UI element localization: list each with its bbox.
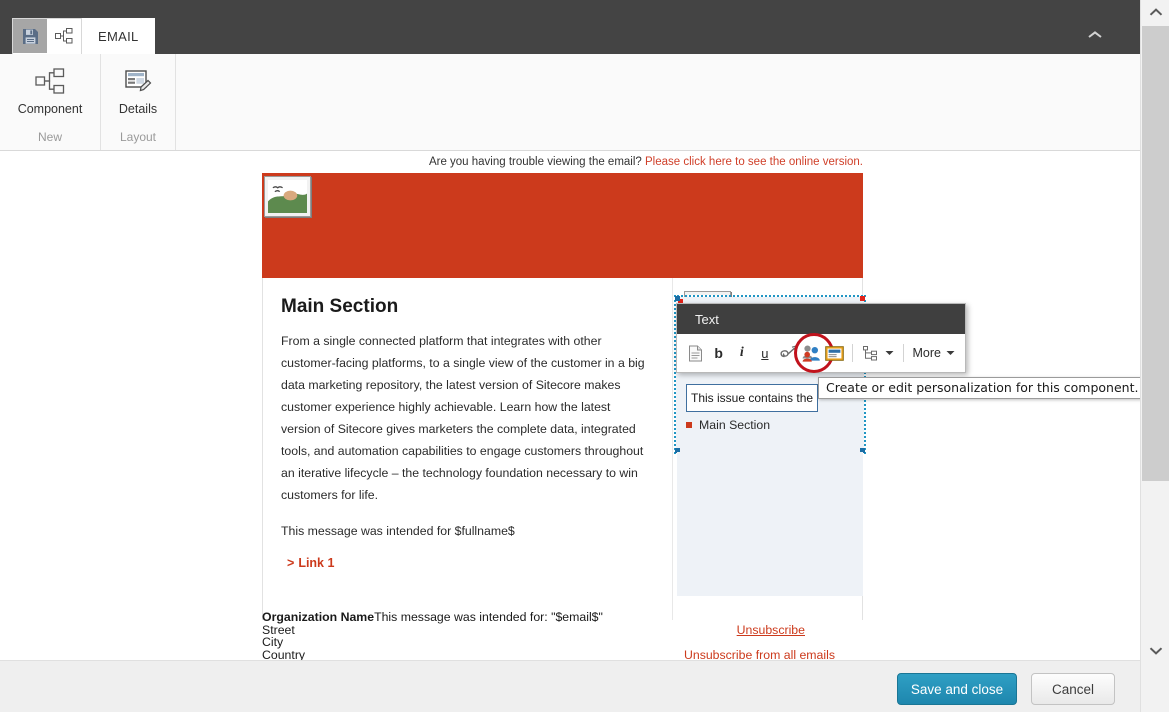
personalization-button[interactable] <box>793 333 834 373</box>
details-button[interactable] <box>124 66 152 96</box>
image-placeholder-graphic <box>268 180 307 213</box>
chevron-down-icon <box>885 351 894 355</box>
tree-dropdown-caret[interactable] <box>883 339 896 367</box>
footer-row-org: Organization NameThis message was intend… <box>262 611 863 624</box>
email-header-banner <box>262 173 863 278</box>
tooltip-text: Create or edit personalization for this … <box>826 380 1139 395</box>
preheader-line: Are you having trouble viewing the email… <box>262 156 863 168</box>
toolbar-separator <box>851 344 853 362</box>
component-tree-button[interactable] <box>860 339 881 367</box>
scrollbar-track[interactable] <box>1142 481 1169 636</box>
online-version-link[interactable]: Please click here to see the online vers… <box>645 156 863 168</box>
cancel-button[interactable]: Cancel <box>1031 673 1115 705</box>
email-canvas: Are you having trouble viewing the email… <box>0 151 1140 660</box>
unsubscribe-link[interactable]: Unsubscribe <box>737 623 805 637</box>
component-icon <box>35 68 65 94</box>
scroll-down-button[interactable] <box>1141 638 1169 662</box>
body-paragraph: From a single connected platform that in… <box>281 334 645 502</box>
underline-icon: u <box>761 345 769 361</box>
new-component-button[interactable] <box>35 66 65 96</box>
chevron-right-icon: > <box>287 556 295 570</box>
broken-image-icon <box>264 176 311 217</box>
resize-handle-top-left[interactable] <box>675 296 680 301</box>
tree-icon <box>863 345 878 361</box>
email-footer: Organization NameThis message was intend… <box>262 611 863 660</box>
footer-row-country: Country Unsubscribe from all emails <box>262 647 863 660</box>
ribbon-collapse-button[interactable] <box>1080 22 1110 48</box>
scroll-up-button[interactable] <box>1141 0 1169 24</box>
edit-page-button[interactable] <box>685 339 706 367</box>
footer-row-city: City <box>262 636 863 649</box>
italic-icon: i <box>739 345 744 360</box>
vertical-scrollbar[interactable] <box>1140 0 1169 712</box>
email-editor-window: EMAIL Component New Details Layout Are y… <box>0 0 1169 712</box>
bold-button[interactable]: b <box>708 339 729 367</box>
personalization-icon <box>802 345 820 362</box>
tooltip: Create or edit personalization for this … <box>818 377 1140 399</box>
unsubscribe-all-link[interactable]: Unsubscribe from all emails <box>684 649 835 660</box>
bullet-square-icon <box>686 422 692 428</box>
bold-icon: b <box>714 345 723 361</box>
page-icon <box>689 345 703 361</box>
ribbon-group-empty <box>176 54 1140 150</box>
intended-for-text: This message was intended for $fullname$ <box>281 524 515 538</box>
ribbon-group-layout: Details Layout <box>101 54 176 150</box>
link-icon <box>780 344 797 357</box>
toolbar-separator <box>902 344 904 362</box>
text-panel-title-bar: Text <box>677 304 965 334</box>
details-label: Details <box>118 102 158 116</box>
italic-button[interactable]: i <box>731 339 752 367</box>
insert-media-button[interactable] <box>824 339 845 367</box>
chevron-down-icon <box>1149 646 1162 655</box>
ribbon-group-layout-label: Layout <box>119 130 157 144</box>
rte-text-value: This issue contains the ... <box>691 391 818 405</box>
ribbon-body: Component New Details Layout <box>0 54 1140 151</box>
link-1[interactable]: > Link 1 <box>281 556 334 570</box>
tab-email-label: EMAIL <box>98 28 139 44</box>
list-item: Main Section <box>686 418 770 432</box>
scrollbar-thumb[interactable] <box>1142 26 1169 481</box>
more-button[interactable]: More <box>911 346 957 360</box>
insert-link-button[interactable] <box>777 339 798 367</box>
text-panel-tools: b i u More <box>677 333 965 373</box>
chevron-up-icon <box>1088 31 1102 38</box>
link-1-label: Link 1 <box>298 556 335 570</box>
email-main-column: Main Section From a single connected pla… <box>263 278 674 620</box>
underline-button[interactable]: u <box>754 339 775 367</box>
insert-media-icon <box>824 345 844 361</box>
chevron-down-icon <box>946 351 955 355</box>
save-and-close-button[interactable]: Save and close <box>897 673 1017 705</box>
footer-intended-text: This message was intended for: "$email$" <box>374 610 603 624</box>
list-item-label: Main Section <box>699 418 771 432</box>
ribbon-group-new-label: New <box>37 130 62 144</box>
footer-country: Country <box>262 647 306 660</box>
preheader-text: Are you having trouble viewing the email… <box>428 156 646 168</box>
component-quick-button[interactable] <box>47 19 81 53</box>
ribbon-tab-bar: EMAIL <box>0 0 1140 54</box>
save-button[interactable] <box>13 19 47 53</box>
chevron-up-icon <box>1149 7 1162 16</box>
footer-row-street: Street Unsubscribe <box>262 623 863 637</box>
text-panel-title: Text <box>695 311 719 327</box>
new-component-label: Component <box>17 102 83 116</box>
component-icon <box>55 28 73 44</box>
page-title: Main Section <box>281 296 399 317</box>
cancel-label: Cancel <box>1051 681 1095 697</box>
rte-text-field[interactable]: This issue contains the ... <box>686 384 818 412</box>
tab-email[interactable]: EMAIL <box>82 18 155 54</box>
quick-access-toolbar <box>12 18 82 54</box>
placeholder-empty-area[interactable] <box>677 452 863 596</box>
bottom-action-bar: Save and close Cancel <box>0 660 1140 712</box>
text-component-toolbar: Text b i u More <box>676 303 966 373</box>
resize-handle-top-right[interactable] <box>860 296 865 301</box>
save-and-close-label: Save and close <box>910 681 1004 697</box>
ribbon-group-new: Component New <box>0 54 101 150</box>
more-label: More <box>912 346 941 360</box>
save-icon <box>22 28 38 44</box>
details-icon <box>125 70 152 92</box>
